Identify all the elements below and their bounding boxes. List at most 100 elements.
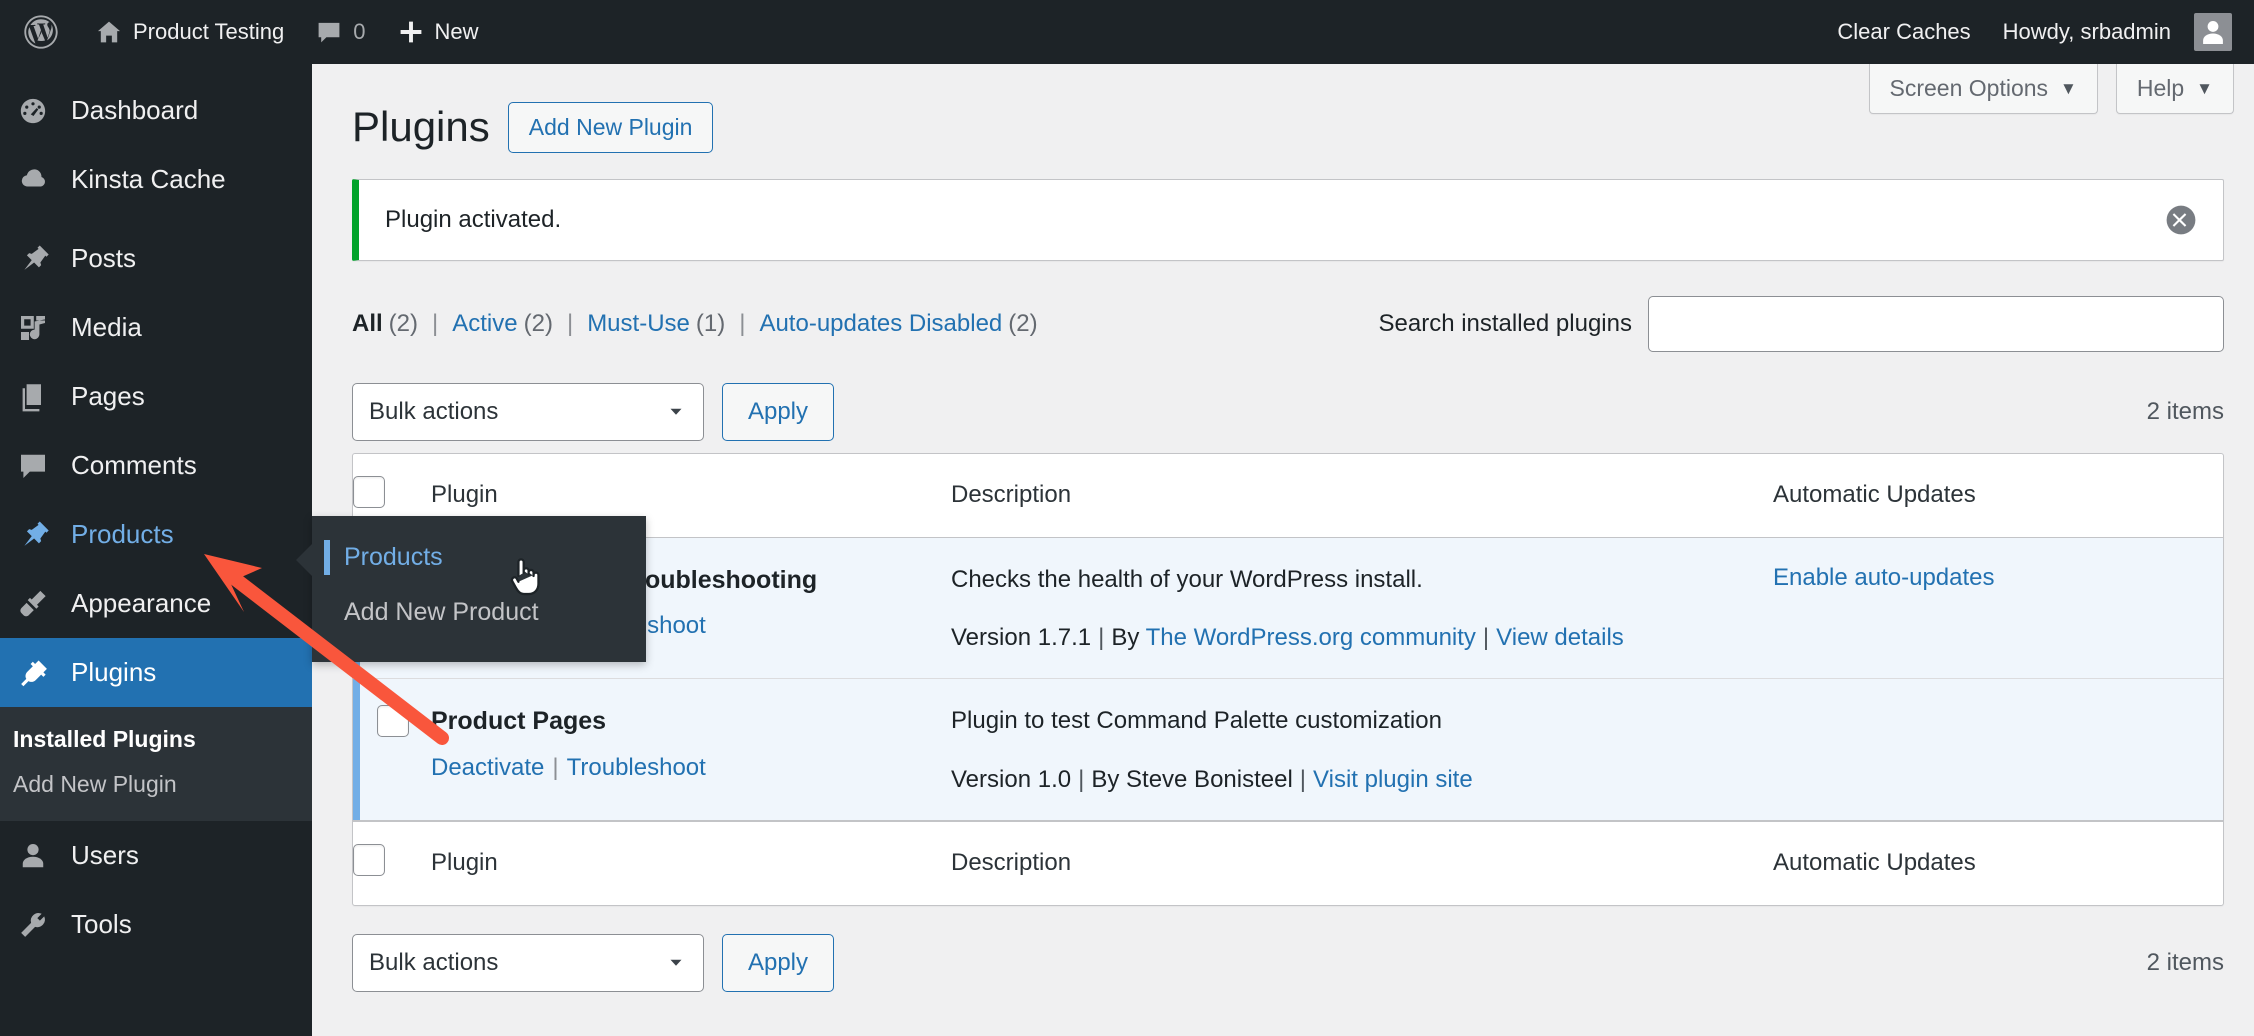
filter-active[interactable]: Active(2) xyxy=(452,310,553,338)
apply-button-top[interactable]: Apply xyxy=(722,383,834,441)
bulk-actions-value: Bulk actions xyxy=(369,949,498,977)
flyout-item-add-new-product[interactable]: Add New Product xyxy=(312,585,646,640)
filter-separator: | xyxy=(567,310,573,338)
plugin-description: Plugin to test Command Palette customiza… xyxy=(951,705,1773,737)
flyout-item-products[interactable]: Products xyxy=(312,530,646,585)
table-footer-row: Plugin Description Automatic Updates xyxy=(353,821,2223,905)
admin-bar-left: Product Testing 0 New xyxy=(0,0,495,64)
filter-all-count: (2) xyxy=(389,310,418,337)
filter-auto-updates-disabled-label[interactable]: Auto-updates Disabled xyxy=(759,310,1002,337)
clear-caches-menu[interactable]: Clear Caches xyxy=(1821,0,1986,64)
chevron-down-icon: ▼ xyxy=(2196,80,2213,97)
plug-icon xyxy=(13,657,53,689)
home-icon xyxy=(96,19,122,45)
plugin-title[interactable]: Product Pages xyxy=(431,705,951,738)
plugin-version: Version 1.7.1 xyxy=(951,624,1091,651)
column-header-description: Description xyxy=(951,454,1773,538)
help-label: Help xyxy=(2137,75,2184,102)
filter-must-use[interactable]: Must-Use(1) xyxy=(587,310,725,338)
chevron-down-icon xyxy=(665,952,687,974)
plugin-meta: Version 1.0|By Steve Bonisteel|Visit plu… xyxy=(951,766,1773,794)
sidebar-item-label: Tools xyxy=(71,909,132,940)
select-all-footer xyxy=(353,821,431,905)
submenu-item-add-new-plugin[interactable]: Add New Plugin xyxy=(0,762,312,807)
sidebar-item-plugins[interactable]: Plugins xyxy=(0,638,312,707)
screen-options-label: Screen Options xyxy=(1890,75,2049,102)
sidebar-item-pages[interactable]: Pages xyxy=(0,362,312,431)
sidebar-item-users[interactable]: Users xyxy=(0,821,312,890)
comments-menu[interactable]: 0 xyxy=(300,0,381,64)
plugin-version: Version 1.0 xyxy=(951,766,1071,793)
close-icon[interactable] xyxy=(2165,204,2197,236)
wordpress-logo-icon xyxy=(24,15,58,49)
view-details-link[interactable]: View details xyxy=(1496,624,1624,651)
bulk-actions-select-bottom[interactable]: Bulk actions xyxy=(352,934,704,992)
sidebar-item-dashboard[interactable]: Dashboard xyxy=(0,76,312,145)
filter-must-use-label[interactable]: Must-Use xyxy=(587,310,690,337)
clear-caches-label: Clear Caches xyxy=(1837,19,1970,45)
column-footer-automatic-updates: Automatic Updates xyxy=(1773,821,2223,905)
plugin-status-filters: All(2) | Active(2) | Must-Use(1) | Auto-… xyxy=(352,310,1038,338)
new-content-menu[interactable]: New xyxy=(382,0,495,64)
sidebar-item-kinsta-cache[interactable]: Kinsta Cache xyxy=(0,145,312,214)
sidebar-item-posts[interactable]: Posts xyxy=(0,224,312,293)
my-account-menu[interactable]: Howdy, srbadmin xyxy=(1987,0,2254,64)
page-title: Plugins xyxy=(352,102,490,152)
deactivate-link[interactable]: Deactivate xyxy=(431,754,544,781)
sidebar-item-media[interactable]: Media xyxy=(0,293,312,362)
column-footer-plugin[interactable]: Plugin xyxy=(431,821,951,905)
row-checkbox-cell xyxy=(353,679,431,820)
plus-icon xyxy=(398,19,424,45)
bulk-actions-select-top[interactable]: Bulk actions xyxy=(352,383,704,441)
filter-active-label[interactable]: Active xyxy=(452,310,517,337)
wordpress-logo-menu[interactable] xyxy=(0,0,80,64)
site-name-menu[interactable]: Product Testing xyxy=(80,0,300,64)
chevron-down-icon xyxy=(665,401,687,423)
troubleshoot-link[interactable]: Troubleshoot xyxy=(567,754,706,781)
plugin-author: Steve Bonisteel xyxy=(1126,766,1293,793)
sidebar-item-label: Products xyxy=(71,519,174,550)
filter-all-label: All xyxy=(352,310,383,337)
comment-icon xyxy=(13,450,53,482)
meta-separator: | xyxy=(1078,766,1084,793)
screen-options-button[interactable]: Screen Options ▼ xyxy=(1869,64,2098,114)
help-button[interactable]: Help ▼ xyxy=(2116,64,2234,114)
chevron-down-icon: ▼ xyxy=(2060,80,2077,97)
sidebar-item-label: Kinsta Cache xyxy=(71,164,226,195)
wordpress-admin-screen: Product Testing 0 New Clear Caches Howdy… xyxy=(0,0,2254,1036)
plugin-auto-updates-cell: Enable auto-updates xyxy=(1773,538,2223,679)
sidebar-item-appearance[interactable]: Appearance xyxy=(0,569,312,638)
filter-auto-updates-disabled[interactable]: Auto-updates Disabled(2) xyxy=(759,310,1037,338)
filter-all[interactable]: All(2) xyxy=(352,310,418,338)
comments-count: 0 xyxy=(353,19,365,45)
pages-icon xyxy=(13,381,53,413)
submenu-item-installed-plugins[interactable]: Installed Plugins xyxy=(0,717,312,762)
bulk-actions-value: Bulk actions xyxy=(369,398,498,426)
add-new-plugin-button[interactable]: Add New Plugin xyxy=(508,102,714,153)
notice-text: Plugin activated. xyxy=(385,206,561,233)
sidebar-item-label: Posts xyxy=(71,243,136,274)
filter-separator: | xyxy=(739,310,745,338)
items-count-top: 2 items xyxy=(2147,398,2224,426)
pin-icon xyxy=(13,519,53,551)
enable-auto-updates-link[interactable]: Enable auto-updates xyxy=(1773,564,1995,591)
meta-separator: | xyxy=(1483,624,1489,651)
visit-plugin-site-link[interactable]: Visit plugin site xyxy=(1313,766,1473,793)
apply-button-bottom[interactable]: Apply xyxy=(722,934,834,992)
sidebar-item-tools[interactable]: Tools xyxy=(0,890,312,959)
meta-separator: | xyxy=(1300,766,1306,793)
tablenav-bottom: Bulk actions Apply 2 items xyxy=(352,930,2224,996)
sidebar-item-products[interactable]: Products xyxy=(0,500,312,569)
select-all-checkbox-bottom[interactable] xyxy=(353,844,385,876)
select-all-checkbox-top[interactable] xyxy=(353,476,385,508)
search-input[interactable] xyxy=(1648,296,2224,352)
filter-separator: | xyxy=(432,310,438,338)
column-footer-description: Description xyxy=(951,821,1773,905)
search-label: Search installed plugins xyxy=(1379,310,1633,338)
plugin-auto-updates-cell xyxy=(1773,679,2223,820)
sidebar-item-comments[interactable]: Comments xyxy=(0,431,312,500)
sidebar-item-label: Comments xyxy=(71,450,197,481)
sidebar-item-label: Users xyxy=(71,840,139,871)
row-checkbox[interactable] xyxy=(377,705,409,737)
plugin-author-link[interactable]: The WordPress.org community xyxy=(1146,624,1476,651)
